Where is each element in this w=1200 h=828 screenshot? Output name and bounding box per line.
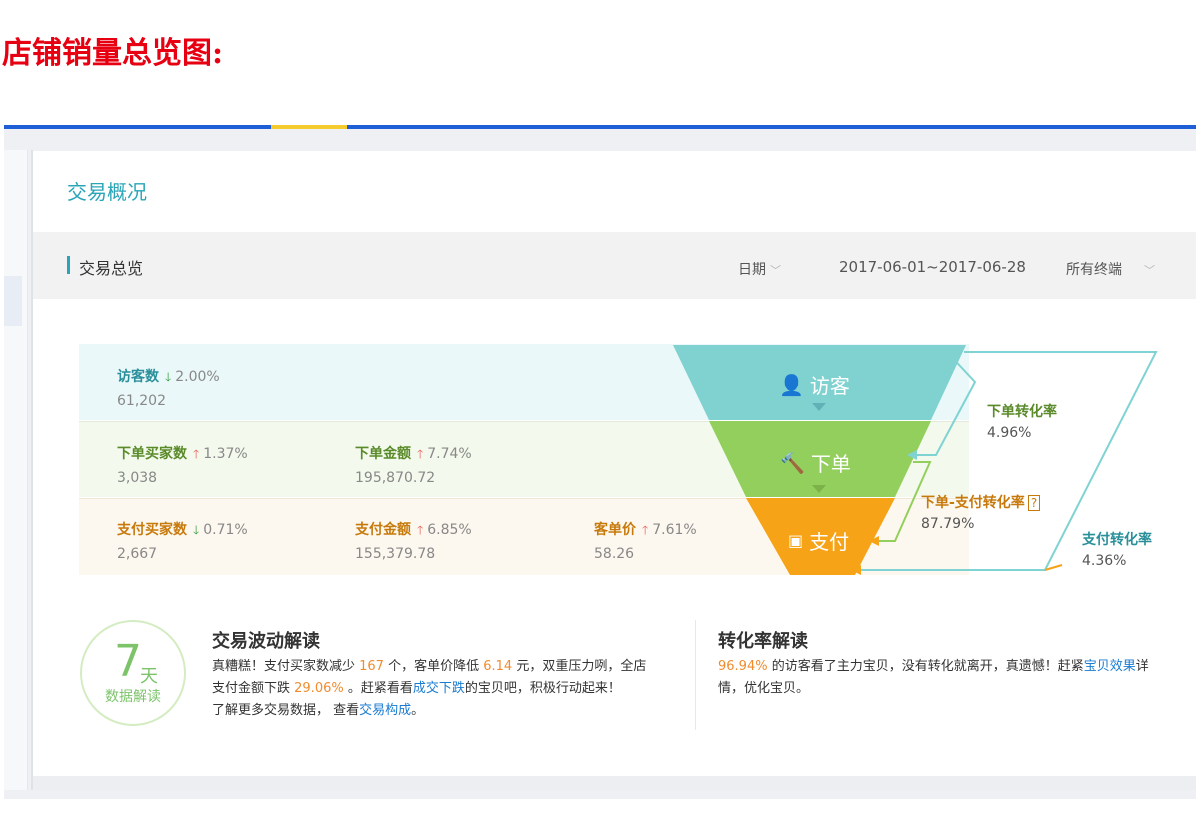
- link-trade-decline[interactable]: 成交下跌: [413, 681, 465, 696]
- arrow-up-icon: 🡑: [417, 523, 424, 537]
- metric-label: 访客数: [117, 369, 159, 385]
- metric-value: 58.26: [594, 546, 635, 562]
- funnel-order-text: 下单: [810, 452, 851, 476]
- highlight-number: 29.06%: [294, 681, 344, 696]
- link-item-effect[interactable]: 宝贝效果: [1084, 659, 1136, 674]
- funnel-label-visitors: 👤 访客: [779, 370, 850, 399]
- metric-unit-price[interactable]: 客单价 🡑 7.61% 58.26: [594, 519, 697, 562]
- date-dropdown[interactable]: 日期 ﹀: [738, 259, 781, 279]
- metric-value: 2,667: [117, 546, 158, 562]
- help-icon[interactable]: ?: [1027, 495, 1041, 511]
- text: 情，优化宝贝。: [718, 681, 810, 696]
- metric-order-buyers[interactable]: 下单买家数 🡑 1.37% 3,038: [117, 443, 248, 486]
- arrow-up-icon: 🡑: [193, 447, 200, 461]
- text: 的访客看了主力宝贝，没有转化就离开，真遗憾！赶紧: [767, 659, 1084, 674]
- metric-value: 155,379.78: [355, 546, 436, 562]
- rate-pay-conv: 支付转化率 4.36%: [1082, 529, 1152, 569]
- funnel-label-pay: ▣ 支付: [788, 526, 849, 555]
- metric-label: 下单金额: [355, 446, 411, 462]
- seven-day-analysis-badge[interactable]: 7 天 数据解读: [80, 620, 186, 726]
- date-dropdown-label: 日期: [738, 262, 766, 278]
- text: 。赶紧看看: [343, 681, 413, 696]
- trade-card-text: 真糟糕！支付买家数减少 167 个，客单价降低 6.14 元，双重压力咧，全店 …: [212, 656, 682, 722]
- rate-value: 4.36%: [1082, 553, 1127, 569]
- metric-label: 下单买家数: [117, 446, 187, 462]
- card-divider: [695, 620, 696, 730]
- gavel-icon: 🔨: [780, 450, 805, 475]
- conv-card-text: 96.94% 的访客看了主力宝贝，没有转化就离开，真遗憾！赶紧宝贝效果详 情，优…: [718, 656, 1188, 700]
- chevron-down-icon: ﹀: [770, 264, 781, 277]
- terminal-dropdown[interactable]: 所有终端 ﹀: [1066, 259, 1155, 279]
- metric-change: 2.00%: [175, 369, 220, 385]
- panel-bottom-edge: [33, 776, 1196, 790]
- text: 了解更多交易数据， 查看: [212, 703, 360, 718]
- chevron-down-icon: ﹀: [1144, 264, 1155, 277]
- metric-label: 支付金额: [355, 522, 411, 538]
- section-accent-bar: [67, 256, 70, 274]
- terminal-dropdown-label: 所有终端: [1066, 262, 1122, 278]
- metric-label: 客单价: [594, 522, 636, 538]
- text: 。: [411, 703, 425, 718]
- text: 的宝贝吧，积极行动起来！: [464, 681, 621, 696]
- metric-change: 1.37%: [203, 446, 248, 462]
- link-trade-composition[interactable]: 交易构成: [359, 703, 411, 718]
- metric-value: 61,202: [117, 393, 166, 409]
- badge-subtitle: 数据解读: [105, 689, 161, 705]
- sidebar-active-item[interactable]: [4, 276, 22, 326]
- metric-change: 7.74%: [427, 446, 472, 462]
- rate-label: 下单-支付转化率: [921, 495, 1025, 511]
- arrow-down-icon: 🡓: [165, 370, 172, 384]
- metric-change: 7.61%: [652, 522, 697, 538]
- summary-title: 交易总览: [79, 259, 144, 278]
- arrow-up-icon: 🡑: [642, 523, 649, 537]
- rate-order-pay-conv: 下单-支付转化率? 87.79%: [921, 492, 1041, 532]
- metric-value: 195,870.72: [355, 470, 436, 486]
- trade-card-title: 交易波动解读: [212, 631, 320, 652]
- text: 个，客单价降低: [383, 659, 484, 674]
- metric-change: 6.85%: [427, 522, 472, 538]
- page-heading: 店铺销量总览图:: [2, 36, 224, 71]
- badge-number: 7: [114, 636, 142, 687]
- funnel-visitors-text: 访客: [809, 374, 850, 398]
- wallet-icon: ▣: [788, 531, 804, 550]
- conv-card-title: 转化率解读: [718, 631, 808, 652]
- rate-value: 87.79%: [921, 516, 975, 532]
- metric-visitors[interactable]: 访客数 🡓 2.00% 61,202: [117, 366, 220, 409]
- text: 真糟糕！支付买家数减少: [212, 659, 360, 674]
- highlight-number: 96.94%: [718, 659, 768, 674]
- metric-order-amount[interactable]: 下单金额 🡑 7.74% 195,870.72: [355, 443, 472, 486]
- user-icon: 👤: [779, 372, 804, 397]
- metric-pay-amount[interactable]: 支付金额 🡑 6.85% 155,379.78: [355, 519, 472, 562]
- date-range-picker[interactable]: 2017-06-01~2017-06-28: [839, 258, 1026, 276]
- metric-value: 3,038: [117, 470, 158, 486]
- highlight-number: 167: [359, 659, 384, 674]
- arrow-down-icon: 🡓: [193, 523, 200, 537]
- text: 详: [1135, 659, 1149, 674]
- funnel-label-order: 🔨 下单: [780, 448, 851, 477]
- left-sidebar: [4, 150, 28, 790]
- metric-label: 支付买家数: [117, 522, 187, 538]
- rate-value: 4.96%: [987, 425, 1032, 441]
- rate-order-conv: 下单转化率 4.96%: [987, 401, 1057, 441]
- text: 元，双重压力咧，全店: [512, 659, 647, 674]
- metric-change: 0.71%: [203, 522, 248, 538]
- text: 支付金额下跌: [212, 681, 295, 696]
- rate-label: 下单转化率: [987, 404, 1057, 420]
- metric-pay-buyers[interactable]: 支付买家数 🡓 0.71% 2,667: [117, 519, 248, 562]
- highlight-number: 6.14: [483, 659, 513, 674]
- badge-unit: 天: [140, 666, 158, 687]
- funnel-pay-text: 支付: [809, 530, 850, 554]
- rate-label: 支付转化率: [1082, 532, 1152, 548]
- panel-title: 交易概况: [67, 180, 147, 204]
- arrow-up-icon: 🡑: [417, 447, 424, 461]
